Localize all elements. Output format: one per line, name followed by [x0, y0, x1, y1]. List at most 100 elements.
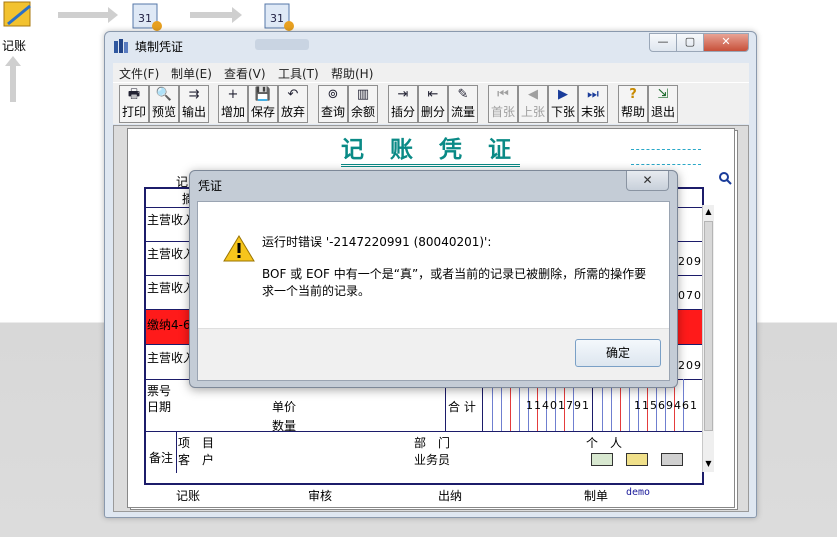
dialog-title: 凭证 [198, 179, 223, 193]
preview-button[interactable]: 🔍 预览 [149, 85, 179, 123]
menu-help[interactable]: 帮助(H) [331, 65, 373, 82]
dialog-body: 运行时错误 '-2147220991 (80040201)': BOF 或 EO… [197, 201, 670, 381]
scroll-up-icon[interactable]: ▲ [704, 207, 713, 217]
cashier-label: 出纳 [438, 489, 463, 503]
last-button[interactable]: ⏭ 末张 [578, 85, 608, 123]
menu-make[interactable]: 制单(E) [171, 65, 212, 82]
dashed-line-1 [631, 149, 701, 150]
help-icon: ? [629, 87, 637, 102]
jizhang-label[interactable]: 记账 [2, 37, 26, 54]
project-label: 项 目 [178, 436, 215, 450]
error-message-detail: BOF 或 EOF 中有一个是“真”，或者当前的记录已被删除，所需的操作要求一个… [262, 267, 647, 298]
discard-button[interactable]: ↶ 放弃 [278, 85, 308, 123]
entry-row-2-summary[interactable]: 主营收入 [147, 245, 195, 262]
svg-text:31: 31 [270, 12, 284, 25]
calendar-flow-icon-2[interactable]: 31 [262, 0, 296, 32]
total-debit: 11401791 [526, 399, 590, 412]
remark-label: 备注 [149, 451, 174, 465]
dashed-line-2 [631, 164, 701, 165]
minimize-button[interactable]: — [649, 33, 677, 52]
ok-button[interactable]: 确定 [575, 339, 661, 367]
signature-footer: 记账 审核 出纳 制单 demo [144, 487, 704, 503]
jizhang-flow-icon[interactable] [0, 0, 40, 34]
flow-arrow-up-head [5, 56, 21, 66]
entry-row-5-summary[interactable]: 主营收入 [147, 349, 195, 366]
first-button[interactable]: ⏮ 首张 [488, 85, 518, 123]
total-credit: 11569461 [634, 399, 698, 412]
window-title: 填制凭证 [135, 40, 184, 54]
menu-tools[interactable]: 工具(T) [278, 65, 319, 82]
first-icon: ⏮ [497, 87, 509, 102]
query-button[interactable]: ⊚ 查询 [318, 85, 348, 123]
ledger-book-icon [3, 1, 31, 27]
insert-icon: ⇥ [397, 87, 409, 102]
vertical-scrollbar[interactable]: ▲ ▼ [702, 205, 714, 472]
last-icon: ⏭ [587, 87, 599, 102]
maximize-button[interactable]: ▢ [676, 33, 704, 52]
menu-file[interactable]: 文件(F) [119, 65, 159, 82]
next-button[interactable]: ▶ 下张 [548, 85, 578, 123]
window-title-blurred [255, 39, 309, 50]
export-icon: ⇉ [188, 87, 200, 102]
contact-card-icon[interactable] [626, 453, 648, 466]
cashflow-button[interactable]: ✎ 流量 [448, 85, 478, 123]
review-label: 审核 [308, 489, 333, 503]
help-button[interactable]: ? 帮助 [618, 85, 648, 123]
search-icon[interactable] [718, 171, 732, 185]
scroll-thumb[interactable] [704, 221, 713, 431]
bar-chart-icon: ▥ [356, 87, 370, 102]
preparer-label: 制单 [584, 489, 609, 503]
export-button[interactable]: ⇉ 输出 [179, 85, 209, 123]
date-label: 日期 [147, 400, 172, 414]
add-button[interactable]: + 增加 [218, 85, 248, 123]
exit-button[interactable]: ⇲ 退出 [648, 85, 678, 123]
printer-icon: 🖶 [127, 87, 141, 102]
preview-icon: 🔍 [155, 87, 173, 102]
flow-arrow-right-2 [190, 7, 242, 23]
department-label: 部 门 [414, 436, 451, 450]
exit-icon: ⇲ [657, 87, 669, 102]
undo-icon: ↶ [287, 87, 299, 102]
close-button[interactable]: ✕ [703, 33, 749, 52]
person-label: 个 人 [586, 436, 623, 450]
menu-view[interactable]: 查看(V) [224, 65, 266, 82]
save-button[interactable]: 💾 保存 [248, 85, 278, 123]
dialog-button-bar: 确定 [198, 328, 669, 380]
voucher-title: 记 账 凭 证 [341, 136, 521, 167]
next-icon: ▶ [558, 87, 568, 102]
salesperson-label: 业务员 [414, 453, 451, 467]
warning-icon [223, 235, 255, 262]
prev-button[interactable]: ◀ 上张 [518, 85, 548, 123]
flow-arrow-right [58, 7, 118, 23]
binoculars-icon: ⊚ [327, 87, 339, 102]
menu-bar: 文件(F) 制单(E) 查看(V) 工具(T) 帮助(H) [113, 63, 749, 82]
total-label: 合 计 [448, 400, 476, 414]
flow-icon: ✎ [457, 87, 469, 102]
dialog-close-button[interactable]: ✕ [626, 171, 669, 191]
toolbar: 🖶 打印 🔍 预览 ⇉ 输出 + 增加 💾 保存 ↶ 放弃 ⊚ 查询 ▥ 余额 ⇥ 插分 ⇤ 删分 … [113, 82, 749, 124]
balance-button[interactable]: ▥ 余额 [348, 85, 378, 123]
calendar-icon: 31 [132, 3, 162, 31]
entry-row-3-summary[interactable]: 主营收入 [147, 279, 195, 296]
save-icon: 💾 [254, 87, 272, 102]
entry-row-4-summary[interactable]: 缴纳4-6 [147, 316, 191, 333]
flow-arrow-up [10, 66, 16, 102]
entry-row-1-summary[interactable]: 主营收入 [147, 211, 195, 228]
calendar-flow-icon[interactable]: 31 [130, 0, 164, 32]
delete-entry-button[interactable]: ⇤ 删分 [418, 85, 448, 123]
calculator-icon[interactable] [661, 453, 683, 466]
window-titlebar[interactable]: 填制凭证 — ▢ ✕ [105, 32, 756, 60]
scroll-down-icon[interactable]: ▼ [704, 459, 713, 469]
books-icon [114, 39, 128, 53]
delete-icon: ⇤ [427, 87, 439, 102]
preparer-name: demo [626, 487, 651, 498]
calendar-icon: 31 [264, 3, 294, 31]
card-icon[interactable] [591, 453, 613, 466]
insert-entry-button[interactable]: ⇥ 插分 [388, 85, 418, 123]
error-dialog: 凭证 ✕ 运行时错误 '-2147220991 (80040201)': BOF… [189, 170, 678, 388]
bookkeeping-label: 记账 [176, 489, 201, 503]
customer-label: 客 户 [178, 453, 215, 467]
print-button[interactable]: 🖶 打印 [119, 85, 149, 123]
prev-icon: ◀ [528, 87, 538, 102]
error-message-code: 运行时错误 '-2147220991 (80040201)': [262, 235, 492, 249]
